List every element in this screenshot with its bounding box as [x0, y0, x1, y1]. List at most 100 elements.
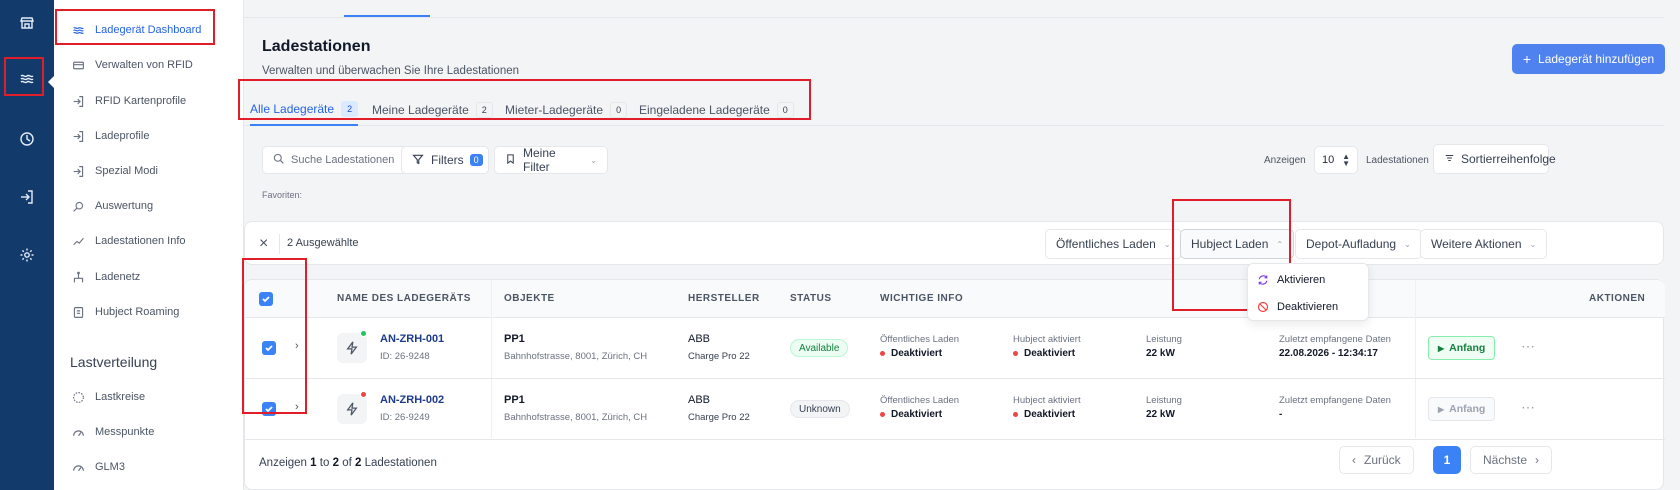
sidebar-item-measuring-points[interactable]: Messpunkte — [70, 419, 154, 445]
start-button[interactable]: ▶ Anfang — [1428, 397, 1496, 421]
sidebar-item-evaluation[interactable]: Auswertung — [70, 193, 153, 219]
info-label: Zuletzt empfangene Daten — [1279, 395, 1391, 406]
plus-icon: + — [1522, 51, 1532, 67]
sidebar-item-glm3[interactable]: GLM3 — [70, 454, 125, 480]
sidebar-item-hubject-roaming[interactable]: Hubject Roaming — [70, 299, 179, 325]
next-page-button[interactable]: Nächste › — [1470, 446, 1553, 474]
tab-label: Eingeladene Ladegeräte — [639, 103, 770, 117]
sidebar-item-station-info[interactable]: Ladestationen Info — [70, 228, 186, 254]
tab-invited-chargers[interactable]: Eingeladene Ladegeräte 0 — [639, 94, 794, 126]
chevron-right-icon[interactable]: › — [295, 401, 299, 413]
search-input[interactable] — [291, 154, 401, 166]
filter-icon — [412, 153, 424, 168]
favorites-label: Favoriten: — [262, 190, 303, 200]
bookmark-icon — [505, 153, 516, 168]
more-actions-dropdown[interactable]: Weitere Aktionen ⌄ — [1420, 229, 1548, 259]
column-header[interactable]: AKTIONEN — [1589, 293, 1645, 304]
charger-name-link[interactable]: AN-ZRH-002 — [380, 394, 444, 406]
tab-count: 0 — [776, 102, 794, 118]
login-icon — [70, 93, 86, 109]
tab-label: Meine Ladegeräte — [372, 103, 469, 117]
stations-label: Ladestationen — [1366, 155, 1429, 166]
unit-label: Ladestationen — [364, 457, 437, 469]
chevron-right-icon[interactable]: › — [295, 340, 299, 352]
add-charger-label: Ladegerät hinzufügen — [1538, 52, 1655, 66]
sidebar-item-network[interactable]: Ladenetz — [70, 264, 140, 290]
play-icon: ▶ — [1438, 404, 1445, 414]
info-label: Hubject aktiviert — [1013, 334, 1081, 345]
depot-charging-label: Depot-Aufladung — [1306, 237, 1397, 251]
sidebar-item-dashboard[interactable]: Ladegerät Dashboard — [70, 17, 201, 43]
page-title: Ladestationen — [262, 38, 371, 55]
column-header[interactable]: WICHTIGE INFO — [880, 293, 963, 304]
menu-item-deactivate[interactable]: Deaktivieren — [1256, 296, 1338, 318]
page-size-select[interactable]: 10 ▲ ▼ — [1314, 146, 1358, 174]
search-field[interactable] — [262, 146, 412, 174]
play-icon: ▶ — [1438, 343, 1445, 353]
sidebar-item-label: Ladenetz — [95, 271, 141, 283]
info-label: Öffentliches Laden — [880, 334, 960, 345]
sidebar-item-rfid[interactable]: Verwalten von RFID — [70, 52, 193, 78]
hubject-charging-dropdown[interactable]: Hubject Laden ⌃ — [1180, 229, 1295, 259]
column-header[interactable]: STATUS — [790, 293, 832, 304]
add-charger-button[interactable]: + Ladegerät hinzufügen — [1512, 44, 1665, 74]
clock-icon[interactable] — [8, 120, 46, 158]
sidebar-item-label: Messpunkte — [95, 426, 155, 438]
page-number-button[interactable]: 1 — [1433, 446, 1461, 474]
page-subtitle: Verwalten und überwachen Sie Ihre Ladest… — [262, 65, 520, 77]
gear-icon[interactable] — [8, 236, 46, 274]
my-filter-dropdown[interactable]: Meine Filter ⌄ — [494, 146, 608, 174]
tab-label: Mieter-Ladegeräte — [505, 103, 604, 117]
sidebar-section-title: Lastverteilung — [70, 354, 158, 370]
sidebar-item-rfid-profiles[interactable]: RFID Kartenprofile — [70, 88, 186, 114]
tab-my-chargers[interactable]: Meine Ladegeräte 2 — [372, 94, 493, 126]
info-value: Deaktiviert — [880, 348, 942, 359]
charger-id: ID: 26-9248 — [380, 351, 430, 362]
deactivate-label: Deaktivieren — [1277, 301, 1339, 313]
charger-name-link[interactable]: AN-ZRH-001 — [380, 333, 444, 345]
filters-button[interactable]: Filters 0 — [401, 146, 489, 174]
more-options-icon[interactable]: ⋯ — [1521, 338, 1535, 355]
depot-charging-dropdown[interactable]: Depot-Aufladung ⌄ — [1295, 229, 1422, 259]
row-checkbox[interactable] — [262, 402, 276, 416]
menu-item-activate[interactable]: Aktivieren — [1256, 269, 1325, 291]
range-to: 2 — [332, 457, 339, 469]
chevron-down-icon: ⌄ — [1404, 239, 1411, 249]
store-icon[interactable] — [8, 4, 46, 42]
waves-icon[interactable] — [8, 60, 46, 98]
login-icon — [70, 128, 86, 144]
sidebar-item-special-modes[interactable]: Spezial Modi — [70, 158, 158, 184]
circle-icon — [70, 389, 86, 405]
object-address: Bahnhofstrasse, 8001, Zürich, CH — [504, 351, 648, 362]
sidebar-item-load-circuits[interactable]: Lastkreise — [70, 384, 145, 410]
select-all-checkbox[interactable] — [259, 292, 273, 306]
table-row[interactable]: › AN-ZRH-001 ID: 26-9248 PP1 Bahnhofstra… — [245, 318, 1665, 379]
card-icon — [70, 57, 86, 73]
object-name: PP1 — [504, 333, 525, 345]
info-value-text: Deaktiviert — [891, 409, 943, 420]
sidebar-item-label: Hubject Roaming — [95, 306, 180, 318]
sidebar-item-label: Auswertung — [95, 200, 154, 212]
sidebar-item-label: Ladeprofile — [95, 130, 150, 142]
previous-page-button[interactable]: ‹ Zurück — [1339, 446, 1414, 474]
sort-order-button[interactable]: Sortierreihenfolge — [1433, 144, 1556, 174]
row-checkbox[interactable] — [262, 341, 276, 355]
sidebar-item-label: Ladestationen Info — [95, 235, 186, 247]
start-button[interactable]: ▶ Anfang — [1428, 336, 1496, 360]
close-icon[interactable]: × — [259, 235, 268, 253]
login-icon[interactable] — [8, 178, 46, 216]
search-icon — [70, 198, 86, 214]
info-value-text: Deaktiviert — [1024, 348, 1076, 359]
column-header[interactable]: OBJEKTE — [504, 293, 555, 304]
column-header[interactable]: HERSTELLER — [688, 293, 760, 304]
info-label: Zuletzt empfangene Daten — [1279, 334, 1391, 345]
table-row[interactable]: › AN-ZRH-002 ID: 26-9249 PP1 Bahnhofstra… — [245, 379, 1665, 440]
more-options-icon[interactable]: ⋯ — [1521, 399, 1535, 416]
sidebar-item-charge-profiles[interactable]: Ladeprofile — [70, 123, 149, 149]
column-header[interactable]: NAME DES LADEGERÄTS — [337, 293, 471, 304]
more-actions-label: Weitere Aktionen — [1431, 237, 1522, 251]
tab-count: 0 — [610, 102, 628, 118]
tab-tenant-chargers[interactable]: Mieter-Ladegeräte 0 — [505, 94, 628, 126]
tab-all-chargers[interactable]: Alle Ladegeräte 2 — [250, 94, 359, 126]
public-charging-dropdown[interactable]: Öffentliches Laden ⌄ — [1045, 229, 1182, 259]
